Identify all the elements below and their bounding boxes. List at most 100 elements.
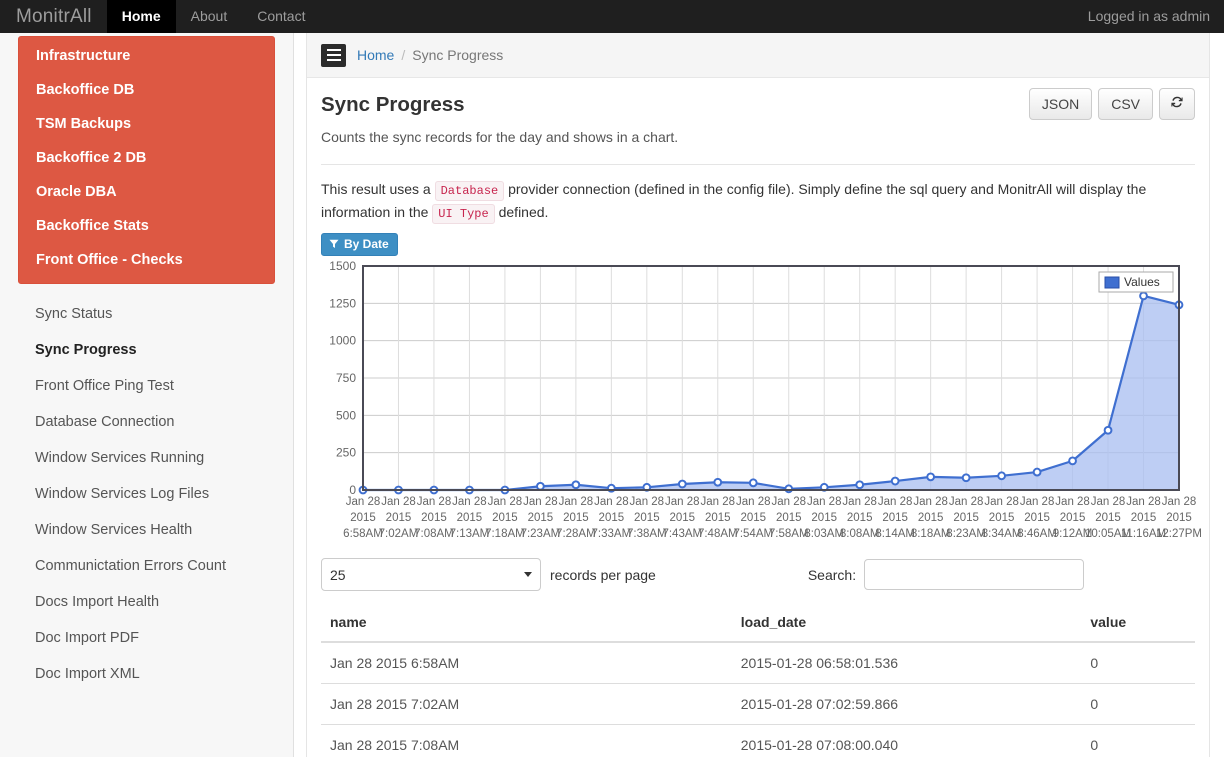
- refresh-button[interactable]: [1159, 88, 1195, 120]
- svg-text:7:18AM: 7:18AM: [485, 528, 525, 540]
- svg-text:2015: 2015: [705, 512, 731, 524]
- svg-text:Jan 28: Jan 28: [1020, 496, 1055, 508]
- svg-text:2015: 2015: [457, 512, 483, 524]
- svg-text:1250: 1250: [329, 296, 356, 310]
- sidebar-item-window-services-running[interactable]: Window Services Running: [18, 440, 275, 476]
- sidebar-item-window-services-health[interactable]: Window Services Health: [18, 512, 275, 548]
- svg-text:Jan 28: Jan 28: [1126, 496, 1161, 508]
- json-export-button[interactable]: JSON: [1028, 88, 1093, 120]
- records-per-page-label: records per page: [550, 566, 656, 583]
- breadcrumb-separator: /: [401, 47, 406, 63]
- table-row[interactable]: Jan 28 2015 7:08AM 2015-01-28 07:08:00.0…: [321, 724, 1195, 757]
- sidebar-item-backoffice-db[interactable]: Backoffice DB: [19, 73, 274, 107]
- sidebar-item-infrastructure[interactable]: Infrastructure: [19, 39, 274, 73]
- cell-load-date: 2015-01-28 07:02:59.866: [731, 683, 1082, 725]
- svg-text:Jan 28: Jan 28: [488, 496, 523, 508]
- svg-text:7:54AM: 7:54AM: [733, 528, 773, 540]
- sidebar-item-front-office-checks[interactable]: Front Office - Checks: [19, 243, 274, 277]
- by-date-filter-button[interactable]: By Date: [321, 233, 398, 256]
- cell-load-date: 2015-01-28 06:58:01.536: [731, 641, 1082, 684]
- sidebar-item-doc-import-pdf[interactable]: Doc Import PDF: [18, 620, 275, 656]
- svg-text:750: 750: [336, 371, 356, 385]
- table-row[interactable]: Jan 28 2015 7:02AM 2015-01-28 07:02:59.8…: [321, 683, 1195, 725]
- nav-link-home[interactable]: Home: [106, 0, 176, 33]
- svg-text:Jan 28: Jan 28: [452, 496, 487, 508]
- svg-text:2015: 2015: [670, 512, 696, 524]
- svg-text:Jan 28: Jan 28: [1162, 496, 1197, 508]
- cell-value: 0: [1081, 724, 1195, 757]
- cell-name: Jan 28 2015 7:08AM: [321, 724, 732, 757]
- sidebar-item-docs-import-health[interactable]: Docs Import Health: [18, 584, 275, 620]
- top-navbar: MonitrAll Home About Contact Logged in a…: [0, 0, 1224, 33]
- svg-text:7:43AM: 7:43AM: [662, 528, 702, 540]
- sync-progress-chart[interactable]: 0 250 500 750 1000 1250 1500 Values Jan 28 2015 6:…: [307, 256, 1209, 550]
- data-table-area: name load_date value Jan 28 2015 6:58AM …: [307, 591, 1209, 757]
- column-header-load-date[interactable]: load_date: [731, 605, 1082, 643]
- svg-text:250: 250: [336, 446, 356, 460]
- svg-text:Jan 28: Jan 28: [701, 496, 736, 508]
- sidebar-group-primary: Infrastructure Backoffice DB TSM Backups…: [18, 36, 275, 284]
- breadcrumb-home-link[interactable]: Home: [357, 47, 394, 63]
- svg-text:Jan 28: Jan 28: [736, 496, 771, 508]
- svg-text:2015: 2015: [1095, 512, 1121, 524]
- svg-text:2015: 2015: [847, 512, 873, 524]
- table-head: name load_date value: [321, 605, 1195, 643]
- svg-text:2015: 2015: [953, 512, 979, 524]
- page-title: Sync Progress: [321, 93, 465, 116]
- export-button-group: JSON CSV: [1028, 88, 1195, 120]
- sidebar: Infrastructure Backoffice DB TSM Backups…: [0, 33, 294, 757]
- search-group: Search:: [808, 559, 1085, 590]
- svg-text:7:58AM: 7:58AM: [769, 528, 809, 540]
- svg-text:8:08AM: 8:08AM: [840, 528, 880, 540]
- svg-text:2015: 2015: [492, 512, 518, 524]
- sidebar-item-backoffice-stats[interactable]: Backoffice Stats: [19, 209, 274, 243]
- brand-logo[interactable]: MonitrAll: [0, 0, 107, 33]
- records-per-page-select[interactable]: 25: [321, 558, 541, 591]
- sidebar-item-backoffice-2-db[interactable]: Backoffice 2 DB: [19, 141, 274, 175]
- by-date-filter-label: By Date: [344, 237, 389, 251]
- svg-text:Jan 28: Jan 28: [771, 496, 806, 508]
- sidebar-item-oracle-dba[interactable]: Oracle DBA: [19, 175, 274, 209]
- svg-text:2015: 2015: [811, 512, 837, 524]
- svg-text:2015: 2015: [740, 512, 766, 524]
- svg-text:7:28AM: 7:28AM: [556, 528, 596, 540]
- svg-text:2015: 2015: [386, 512, 412, 524]
- csv-export-button[interactable]: CSV: [1098, 88, 1153, 120]
- hamburger-menu-icon[interactable]: [321, 43, 346, 67]
- svg-text:7:48AM: 7:48AM: [698, 528, 738, 540]
- svg-text:Jan 28: Jan 28: [665, 496, 700, 508]
- breadcrumb-current: Sync Progress: [412, 47, 504, 63]
- title-row: Sync Progress JSON CSV: [307, 78, 1209, 120]
- filter-row: By Date: [307, 225, 1209, 256]
- svg-text:2015: 2015: [918, 512, 944, 524]
- svg-text:7:08AM: 7:08AM: [414, 528, 454, 540]
- code-tag-database: Database: [434, 181, 505, 201]
- cell-value: 0: [1081, 641, 1195, 684]
- sidebar-item-window-services-log-files[interactable]: Window Services Log Files: [18, 476, 275, 512]
- column-header-name[interactable]: name: [321, 605, 732, 643]
- sidebar-item-doc-import-xml[interactable]: Doc Import XML: [18, 656, 275, 692]
- svg-text:7:13AM: 7:13AM: [450, 528, 490, 540]
- svg-text:0: 0: [349, 483, 356, 497]
- svg-text:Jan 28: Jan 28: [878, 496, 913, 508]
- column-header-value[interactable]: value: [1081, 605, 1195, 643]
- table-row[interactable]: Jan 28 2015 6:58AM 2015-01-28 06:58:01.5…: [321, 641, 1195, 684]
- sidebar-item-communication-errors-count[interactable]: Communictation Errors Count: [18, 548, 275, 584]
- nav-link-about[interactable]: About: [176, 0, 243, 33]
- sidebar-item-database-connection[interactable]: Database Connection: [18, 404, 275, 440]
- main-region: Home / Sync Progress Sync Progress JSON …: [294, 33, 1224, 757]
- nav-link-contact[interactable]: Contact: [242, 0, 320, 33]
- table-controls: 25 records per page Search:: [307, 550, 1209, 591]
- svg-text:2015: 2015: [989, 512, 1015, 524]
- svg-text:2015: 2015: [528, 512, 554, 524]
- sidebar-item-sync-status[interactable]: Sync Status: [18, 296, 275, 332]
- sidebar-item-tsm-backups[interactable]: TSM Backups: [19, 107, 274, 141]
- search-input[interactable]: [864, 559, 1085, 590]
- sidebar-item-front-office-ping-test[interactable]: Front Office Ping Test: [18, 368, 275, 404]
- svg-text:8:46AM: 8:46AM: [1017, 528, 1057, 540]
- sidebar-item-sync-progress[interactable]: Sync Progress: [18, 332, 275, 368]
- svg-text:2015: 2015: [599, 512, 625, 524]
- svg-text:8:23AM: 8:23AM: [946, 528, 986, 540]
- svg-text:7:23AM: 7:23AM: [521, 528, 561, 540]
- svg-text:2015: 2015: [421, 512, 447, 524]
